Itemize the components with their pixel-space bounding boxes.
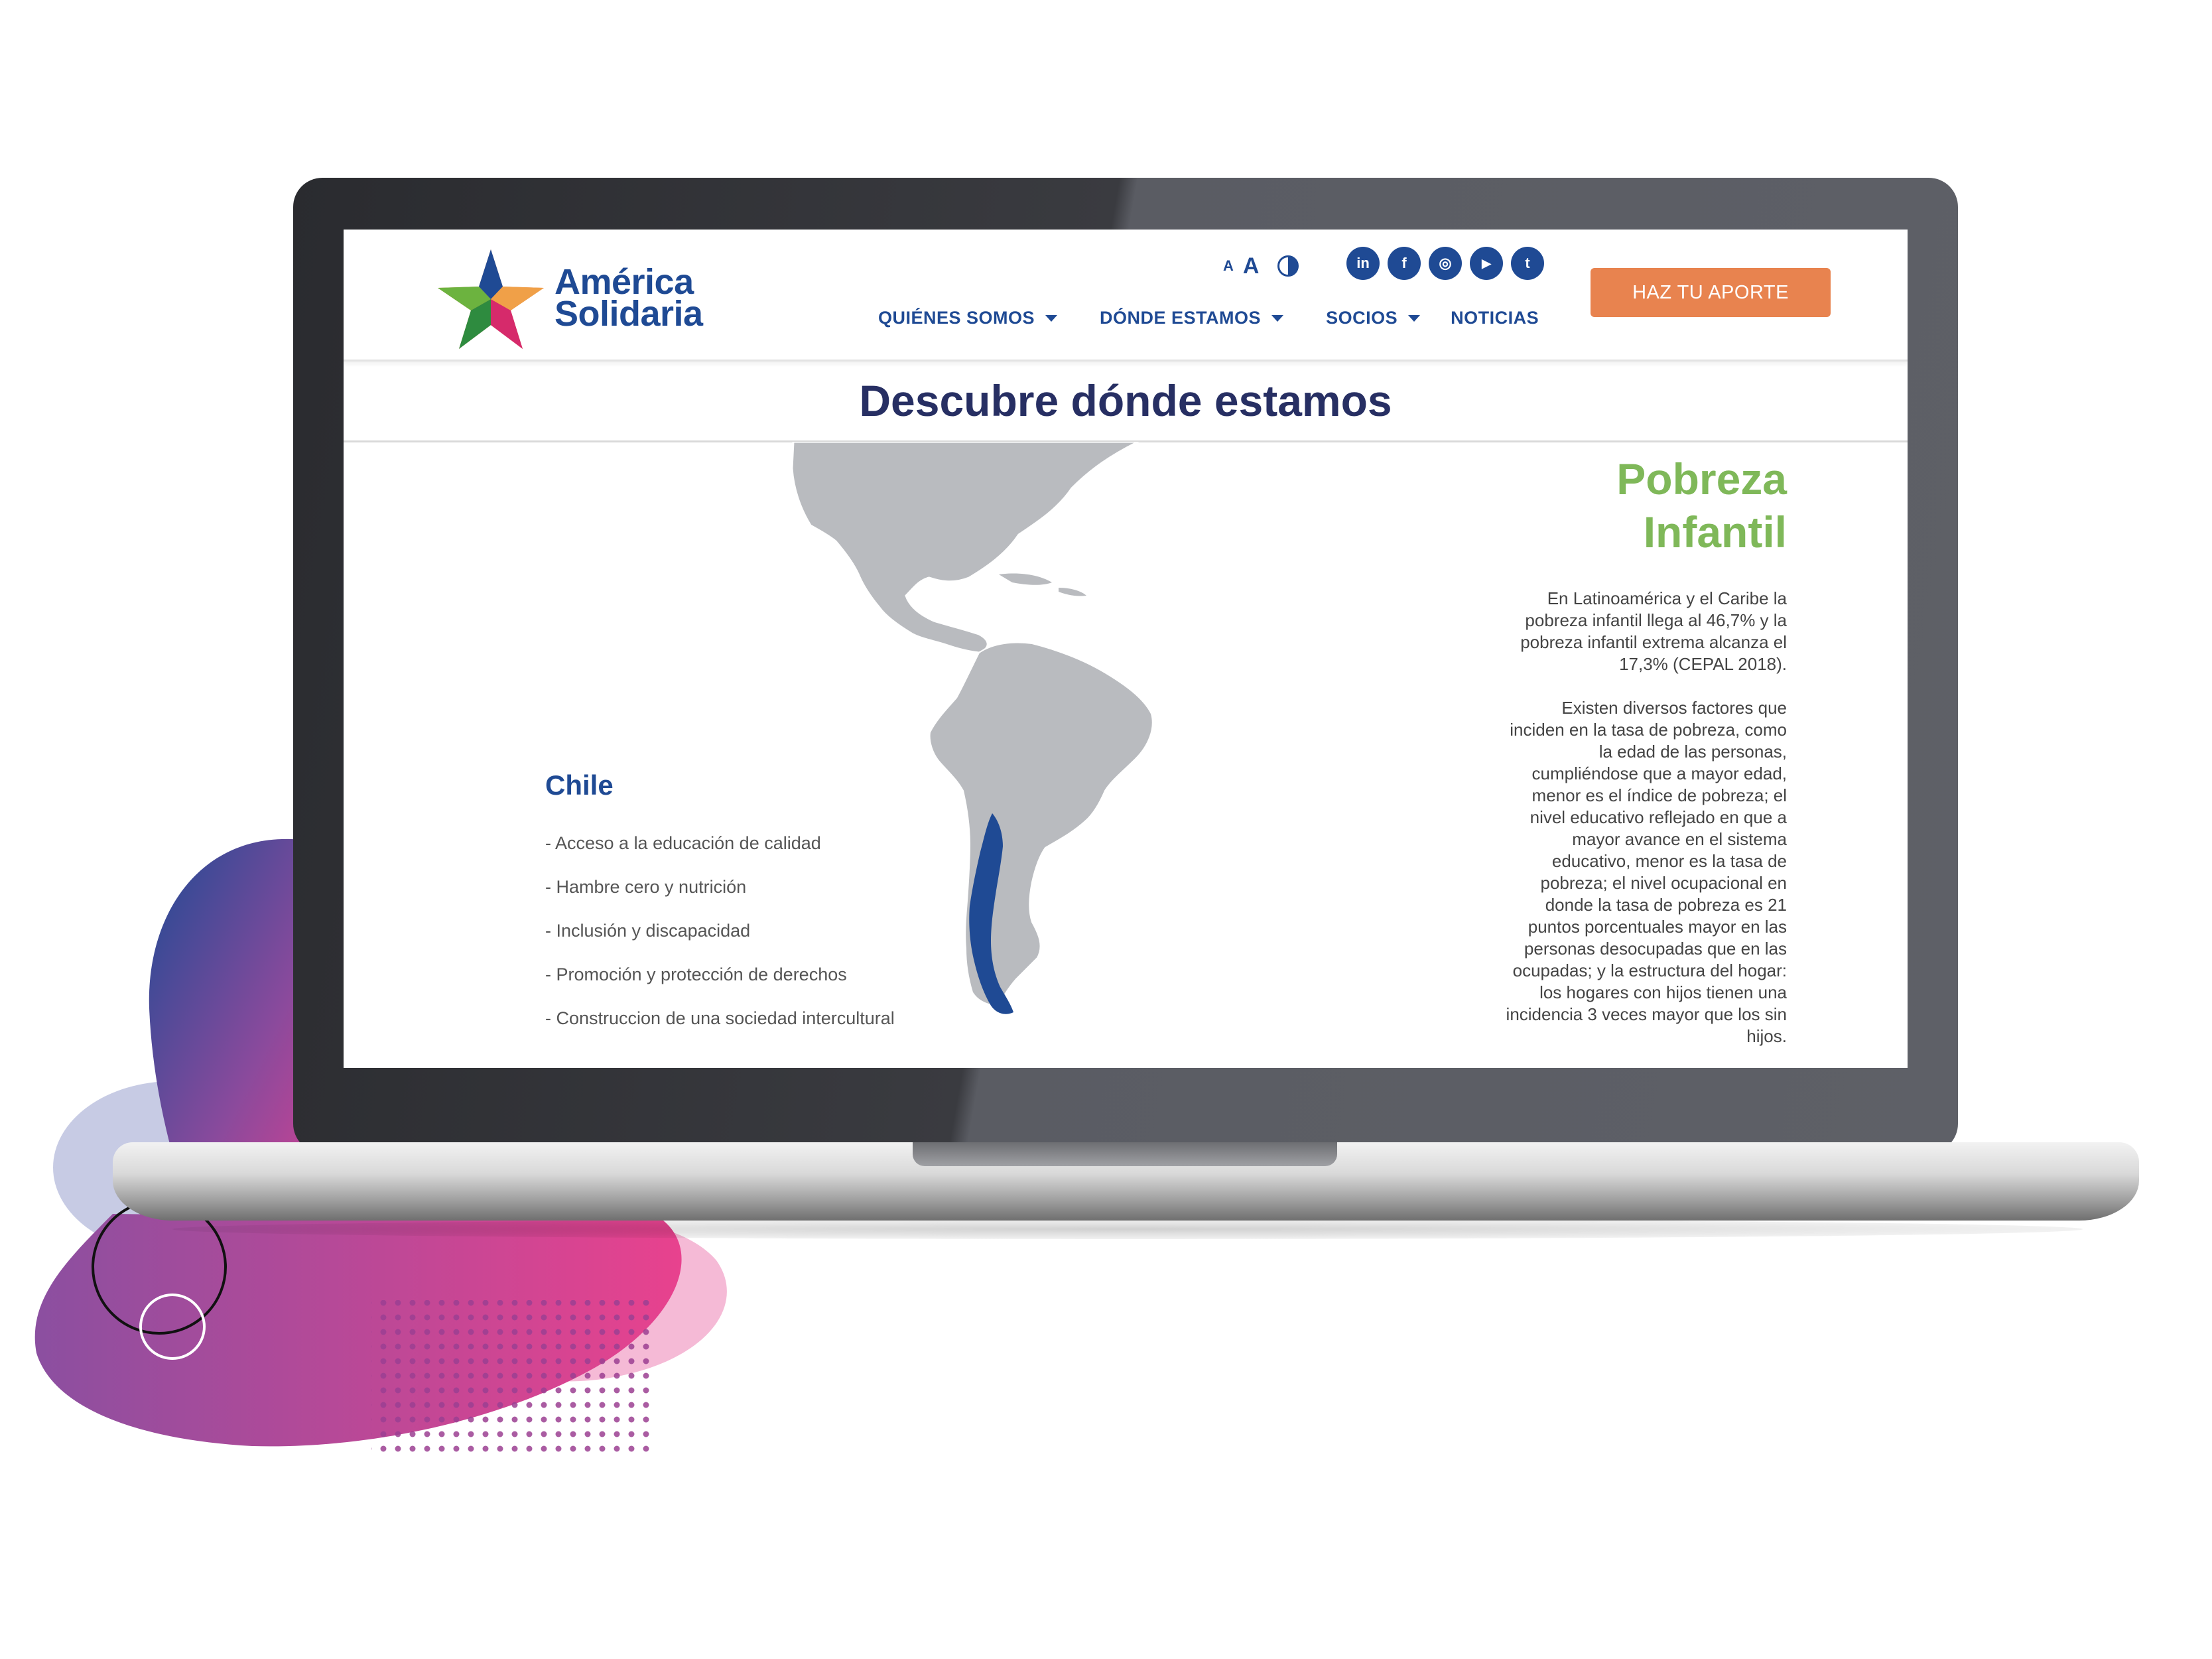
star-logo-icon[interactable] bbox=[438, 249, 544, 349]
text-line: puntos porcentuales mayor en las bbox=[1528, 917, 1787, 937]
caret-down-icon bbox=[1271, 314, 1284, 322]
americas-map bbox=[791, 442, 1153, 1014]
topic-title-line2: Infantil bbox=[1643, 507, 1787, 557]
nav-label: SOCIOS bbox=[1326, 308, 1398, 328]
text-line: los hogares con hijos tienen una bbox=[1539, 982, 1787, 1002]
text-line: inciden en la tasa de pobreza, como bbox=[1510, 720, 1787, 740]
text-line: pobreza infantil extrema alcanza el bbox=[1520, 632, 1787, 652]
twitter-icon[interactable]: t bbox=[1511, 247, 1544, 280]
program-item: - Hambre cero y nutrición bbox=[545, 877, 747, 897]
paragraph-intro: En Latinoamérica y el Caribe la pobreza … bbox=[1378, 588, 1787, 675]
nav-noticias[interactable]: NOTICIAS bbox=[1451, 308, 1539, 328]
decrease-font-button[interactable]: A bbox=[1223, 257, 1234, 275]
caribbean-islands[interactable] bbox=[999, 573, 1086, 596]
youtube-icon[interactable]: ▶ bbox=[1470, 247, 1503, 280]
text-line: incidencia 3 veces mayor que los sin bbox=[1506, 1004, 1787, 1024]
text-line: hijos. bbox=[1746, 1026, 1787, 1046]
text-line: la edad de las personas, bbox=[1598, 742, 1787, 762]
text-line: pobreza infantil llega al 46,7% y la bbox=[1525, 610, 1787, 630]
nav-label: DÓNDE ESTAMOS bbox=[1100, 308, 1262, 328]
nav-socios[interactable]: SOCIOS bbox=[1326, 308, 1421, 328]
text-line: donde la tasa de pobreza es 21 bbox=[1545, 895, 1787, 915]
text-line: En Latinoamérica y el Caribe la bbox=[1547, 588, 1787, 608]
site-header: América Solidaria A A in f ◎ ▶ t QUIÉNES… bbox=[344, 230, 1908, 362]
text-line: cumpliéndose que a mayor edad, bbox=[1531, 763, 1787, 783]
text-line: ocupadas; y la estructura del hogar: bbox=[1512, 961, 1787, 980]
text-line: personas desocupadas que en las bbox=[1524, 939, 1787, 959]
caret-down-icon bbox=[1408, 314, 1421, 322]
topic-title: Pobreza Infantil bbox=[1495, 452, 1787, 559]
laptop-screen: América Solidaria A A in f ◎ ▶ t QUIÉNES… bbox=[344, 230, 1908, 1068]
laptop-shadow bbox=[172, 1219, 2083, 1239]
south-america-shape[interactable] bbox=[929, 641, 1153, 1006]
text-line: nivel educativo reflejado en que a bbox=[1529, 807, 1787, 827]
text-line: Existen diversos factores que bbox=[1561, 698, 1787, 718]
page-title: Descubre dónde estamos bbox=[859, 376, 1392, 425]
nav-label: QUIÉNES SOMOS bbox=[878, 308, 1035, 328]
linkedin-icon[interactable]: in bbox=[1346, 247, 1380, 280]
text-line: menor es el índice de pobreza; el bbox=[1531, 785, 1787, 805]
text-line: mayor avance en el sistema bbox=[1572, 829, 1787, 849]
north-america-shape[interactable] bbox=[791, 442, 1139, 654]
increase-font-button[interactable]: A bbox=[1243, 253, 1260, 279]
nav-donde-estamos[interactable]: DÓNDE ESTAMOS bbox=[1100, 308, 1284, 328]
instagram-icon[interactable]: ◎ bbox=[1429, 247, 1462, 280]
laptop-notch bbox=[913, 1142, 1337, 1166]
text-line: pobreza; el nivel ocupacional en bbox=[1540, 873, 1787, 893]
program-item: - Inclusión y discapacidad bbox=[545, 921, 751, 941]
dot-pattern bbox=[371, 1300, 650, 1453]
topic-title-line1: Pobreza bbox=[1616, 454, 1787, 503]
accessibility-controls: A A bbox=[1223, 249, 1299, 283]
nav-quienes-somos[interactable]: QUIÉNES SOMOS bbox=[878, 308, 1058, 328]
country-heading: Chile bbox=[545, 769, 614, 801]
nav-label: NOTICIAS bbox=[1451, 308, 1539, 328]
program-item: - Promoción y protección de derechos bbox=[545, 964, 847, 984]
logo-text-line2[interactable]: Solidaria bbox=[554, 296, 703, 332]
text-line: educativo, menor es la tasa de bbox=[1551, 851, 1787, 871]
contrast-icon[interactable] bbox=[1277, 255, 1299, 277]
program-item: - Construccion de una sociedad intercult… bbox=[545, 1008, 895, 1028]
facebook-icon[interactable]: f bbox=[1388, 247, 1421, 280]
donate-button[interactable]: HAZ TU APORTE bbox=[1591, 268, 1831, 317]
program-item: - Acceso a la educación de calidad bbox=[545, 833, 821, 853]
main-nav: QUIÉNES SOMOS DÓNDE ESTAMOS SOCIOS NOTIC… bbox=[878, 308, 1581, 328]
caret-down-icon bbox=[1045, 314, 1058, 322]
text-line: 17,3% (CEPAL 2018). bbox=[1619, 654, 1787, 674]
social-links: in f ◎ ▶ t bbox=[1346, 247, 1544, 280]
paragraph-factors: Existen diversos factores que inciden en… bbox=[1378, 697, 1787, 1047]
